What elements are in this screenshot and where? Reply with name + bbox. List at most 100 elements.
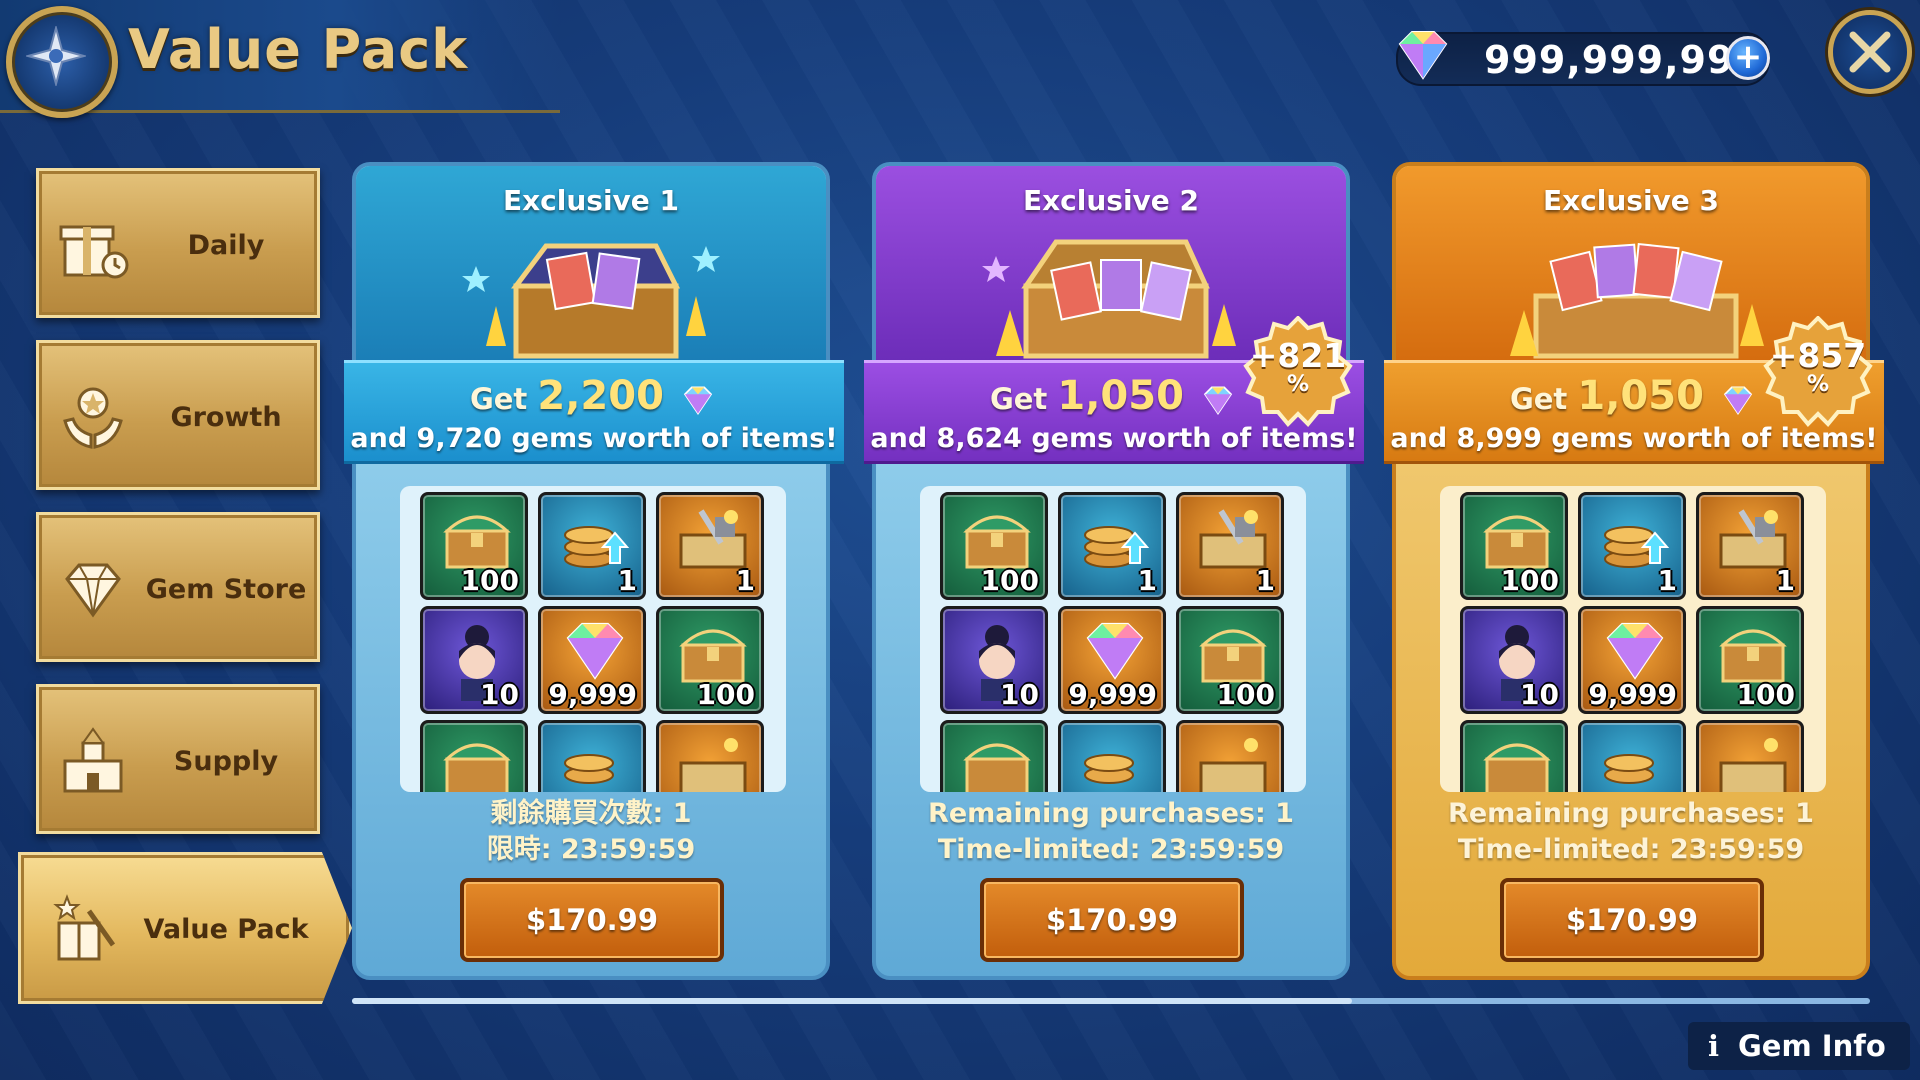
gem-amount: 1,050 [1057,373,1184,419]
item-quantity: 9,999 [1588,678,1677,711]
buy-button[interactable]: $170.99 [980,878,1244,962]
rainbow-gem-icon [683,386,713,415]
item-quantity: 1 [1657,564,1677,597]
rainbow-gem-icon [566,622,624,680]
item-slot[interactable]: 100 [1176,606,1284,714]
sidebar-item-gem-store[interactable]: Gem Store [36,512,320,662]
sidebar-item-label: Gem Store [145,574,307,605]
treasure-chest-icon [443,743,511,792]
close-icon [1849,31,1891,73]
item-slot[interactable]: 1 [1578,492,1686,600]
item-slot[interactable]: 1 [656,492,764,600]
item-grid[interactable]: 100 1 1 10 9,999 100 [400,486,786,792]
item-quantity: 1 [1137,564,1157,597]
card-banner: Exclusive 1 [356,166,826,366]
rainbow-gem-icon [1203,386,1233,415]
sidebar-item-value-pack[interactable]: Value Pack [18,852,352,1004]
gem-amount: 2,200 [537,373,664,419]
castle-icon [63,727,123,793]
item-slot[interactable]: 100 [656,606,764,714]
item-grid[interactable]: 100 1 1 10 9,999 100 [1440,486,1826,792]
item-quantity: 100 [980,564,1039,597]
item-quantity: 100 [696,678,755,711]
gift-clock-icon [59,225,129,279]
item-slot[interactable]: 1 [1696,492,1804,600]
item-slot[interactable]: 9,999 [1058,606,1166,714]
equipment-chest-icon [679,738,747,792]
item-slot[interactable]: 10 [1460,606,1568,714]
bonus-value: +821 [1249,336,1347,375]
item-slot[interactable]: 100 [1696,606,1804,714]
hands-star-icon [63,387,123,449]
treasure-chest-icon [1510,242,1764,359]
item-slot[interactable] [1460,720,1568,792]
item-slot[interactable]: 9,999 [1578,606,1686,714]
item-quantity: 1 [617,564,637,597]
item-slot[interactable] [940,720,1048,792]
sidebar-item-supply-depot[interactable]: Supply Depot [36,684,320,927]
treasure-chest-icon [1483,515,1551,569]
remaining-purchases: Remaining purchases: 1 [1448,798,1814,829]
item-quantity: 100 [460,564,519,597]
sidebar-item-daily-bundles[interactable]: Daily Bundles [36,168,320,411]
gem-balance-value: 999,999,999 [1484,38,1762,82]
buy-button[interactable]: $170.99 [1500,878,1764,962]
get-label: Get [469,382,528,416]
treasure-chest-icon [963,515,1031,569]
offer-ribbon: Get 2,200 and 9,720 gems worth of items! [344,360,844,464]
item-slot[interactable]: 9,999 [538,606,646,714]
gem-offer-line: Get 2,200 [344,373,844,419]
title-bar: Value Pack [0,0,560,118]
item-slot[interactable] [1578,720,1686,792]
value-pack-card-2: Exclusive 2 Get 1,050 and 8,624 gems wor… [864,162,1364,980]
get-label: Get [989,382,1048,416]
sidebar-item-growth-fund[interactable]: Growth Fund [36,340,320,583]
bonus-value: +857 [1769,336,1867,375]
equipment-chest-icon [1199,738,1267,792]
item-quantity: 1 [735,564,755,597]
item-slot[interactable]: 100 [1460,492,1568,600]
item-slot[interactable]: 10 [420,606,528,714]
treasure-chest-icon [963,743,1031,792]
equipment-chest-icon [1719,738,1787,792]
item-slot[interactable]: 1 [1176,492,1284,600]
item-grid[interactable]: 100 1 1 10 9,999 100 [920,486,1306,792]
item-slot[interactable] [1696,720,1804,792]
add-gems-button[interactable]: + [1726,36,1770,80]
item-quantity: 100 [1216,678,1275,711]
item-slot[interactable]: 100 [940,492,1048,600]
purchase-limit-info: 剩餘購買次數: 1 限時: 23:59:59 [356,796,826,868]
horizontal-scrollbar-thumb[interactable] [352,998,1352,1004]
item-slot[interactable]: 1 [538,492,646,600]
time-limit: Time-limited: 23:59:59 [1457,834,1805,865]
item-quantity: 10 [1000,678,1039,711]
get-label: Get [1509,382,1568,416]
coin-stack-upgrade-icon [1084,754,1134,784]
item-slot[interactable] [420,720,528,792]
treasure-chest-icon [443,515,511,569]
gem-info-button[interactable]: i Gem Info [1688,1022,1910,1070]
item-slot[interactable]: 100 [420,492,528,600]
item-quantity: 1 [1775,564,1795,597]
info-icon: i [1708,1029,1720,1063]
equipment-chest-icon [679,509,747,569]
item-slot[interactable] [656,720,764,792]
coin-stack-upgrade-icon [1604,754,1654,784]
purchase-limit-info: Remaining purchases: 1 Time-limited: 23:… [1396,796,1866,868]
close-button[interactable] [1828,10,1912,94]
bonus-percent-sign: % [1806,372,1830,397]
buy-button[interactable]: $170.99 [460,878,724,962]
item-slot[interactable] [538,720,646,792]
bonus-percent-sign: % [1286,372,1310,397]
item-slot[interactable]: 1 [1058,492,1166,600]
item-slot[interactable]: 10 [940,606,1048,714]
card-title: Exclusive 3 [1542,184,1720,217]
item-slot[interactable] [1176,720,1284,792]
time-limit: Time-limited: 23:59:59 [937,834,1285,865]
sidebar-item-label: Value Pack [143,914,309,945]
treasure-chest-icon [1719,629,1787,683]
coin-stack-upgrade-icon [1084,526,1150,568]
item-slot[interactable] [1058,720,1166,792]
treasure-chest-icon [1483,743,1551,792]
treasure-chest-icon [462,243,720,359]
